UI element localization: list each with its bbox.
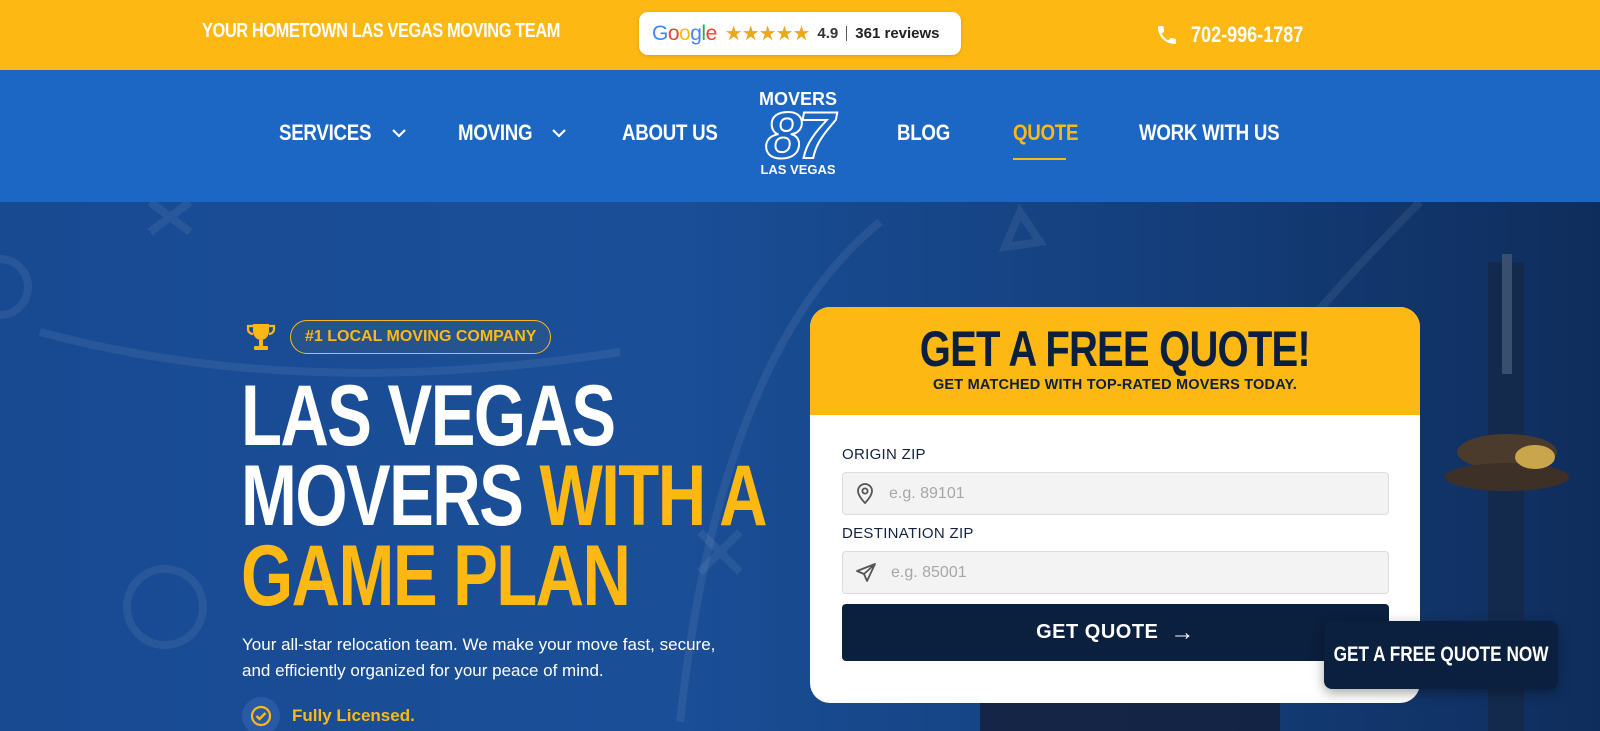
map-pin-icon: [857, 482, 873, 504]
arrow-right-icon: →: [1170, 618, 1195, 646]
divider: [846, 26, 848, 41]
headline-line-3: GAME PLAN: [241, 528, 631, 624]
google-reviews-badge[interactable]: Google ★★★★★ 4.9 361 reviews: [639, 12, 961, 55]
origin-zip-field[interactable]: [842, 472, 1389, 515]
brand-logo[interactable]: MOVERS 87 LAS VEGAS: [756, 90, 840, 182]
nav-item-moving[interactable]: MOVING: [458, 120, 567, 146]
review-count: 361 reviews: [855, 25, 940, 42]
chevron-down-icon: [392, 129, 407, 138]
get-quote-label: GET QUOTE: [1036, 621, 1159, 643]
feature-label: Fully Licensed.: [292, 706, 415, 725]
nav-label: WORK WITH US: [1139, 120, 1280, 145]
rating-stars: ★★★★★: [724, 23, 811, 45]
nav-label: QUOTE: [1013, 120, 1079, 145]
nav-label: BLOG: [897, 120, 951, 145]
floating-free-quote-button[interactable]: GET A FREE QUOTE NOW: [1324, 621, 1558, 689]
phone-link[interactable]: 702-996-1787: [1155, 22, 1328, 48]
send-arrow-icon: [856, 562, 876, 582]
local-moving-badge: #1 LOCAL MOVING COMPANY: [290, 320, 552, 354]
hero-headline: LAS VEGAS MOVERS WITH A GAME PLAN: [241, 368, 768, 624]
tagline: YOUR HOMETOWN LAS VEGAS MOVING TEAM: [202, 20, 561, 42]
hero-subtext: Your all-star relocation team. We make y…: [242, 635, 716, 680]
destination-zip-input[interactable]: [891, 563, 1371, 582]
logo-line-3: LAS VEGAS: [760, 162, 836, 177]
phone-icon: [1158, 26, 1176, 44]
headline-line-2: MOVERS WITH A: [241, 453, 768, 539]
quote-card-title: GET A FREE QUOTE!: [919, 321, 1311, 377]
top-bar: YOUR HOMETOWN LAS VEGAS MOVING TEAM Goog…: [0, 0, 1600, 70]
quote-card-subtitle: GET MATCHED WITH TOP-RATED MOVERS TODAY.: [932, 377, 1298, 393]
logo-number: 87: [764, 98, 835, 172]
quote-card-header: GET A FREE QUOTE! GET MATCHED WITH TOP-R…: [810, 307, 1420, 415]
origin-zip-input[interactable]: [889, 484, 1369, 503]
origin-zip-label: ORIGIN ZIP: [842, 446, 926, 463]
trophy-icon: [246, 324, 276, 350]
nav-item-blog[interactable]: BLOG: [897, 120, 959, 146]
check-circle-icon: [242, 697, 280, 731]
destination-zip-label: DESTINATION ZIP: [842, 525, 974, 542]
chevron-down-icon: [552, 129, 567, 138]
floating-cta-label: GET A FREE QUOTE NOW: [1333, 643, 1549, 666]
nav-label: SERVICES: [279, 120, 372, 145]
nav-item-quote[interactable]: QUOTE: [1013, 120, 1090, 160]
headline-line-1: LAS VEGAS: [241, 368, 616, 464]
nav-label: MOVING: [458, 120, 533, 145]
award-badge-row: #1 LOCAL MOVING COMPANY: [246, 320, 552, 354]
nav-item-services[interactable]: SERVICES: [279, 120, 407, 146]
get-quote-button[interactable]: GET QUOTE →: [842, 604, 1389, 661]
nav-item-about-us[interactable]: ABOUT US: [622, 120, 735, 146]
rating-value: 4.9: [817, 25, 839, 42]
google-logo-icon: Google: [652, 21, 717, 45]
nav-label: ABOUT US: [622, 120, 718, 145]
feature-item: Fully Licensed.: [242, 697, 415, 731]
nav-item-work-with-us[interactable]: WORK WITH US: [1139, 120, 1304, 146]
phone-number: 702-996-1787: [1191, 22, 1304, 47]
destination-zip-field[interactable]: [842, 551, 1389, 594]
